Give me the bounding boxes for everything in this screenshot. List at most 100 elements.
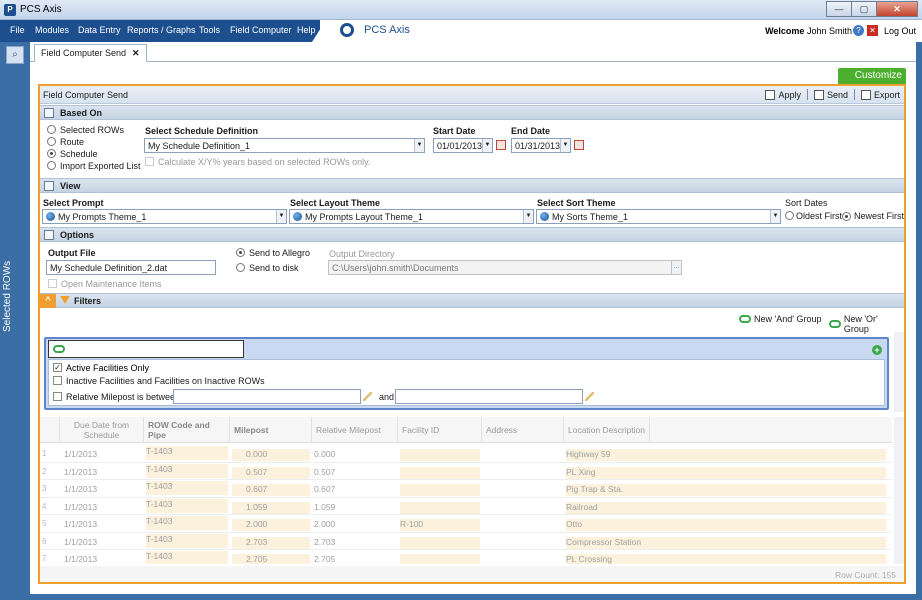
section-based-on[interactable]: Based On — [40, 105, 904, 120]
cell-due: 1/1/2013 — [64, 484, 98, 494]
cell-n: 5 — [42, 519, 47, 528]
section-options[interactable]: Options — [40, 227, 904, 242]
radio-selected-rows[interactable] — [47, 125, 56, 134]
calc-years-checkbox[interactable] — [145, 157, 154, 166]
tab-field-computer-send[interactable]: Field Computer Send ✕ — [34, 44, 147, 62]
select-sort-dropdown[interactable]: My Sorts Theme_1 ▼ — [536, 209, 781, 224]
send-button[interactable]: Send — [813, 89, 848, 100]
pencil-icon[interactable] — [363, 392, 372, 401]
calc-years-label: Calculate X/Y% years based on selected R… — [158, 157, 371, 167]
radio-oldest-first[interactable] — [785, 211, 794, 220]
end-date-field[interactable]: 01/31/2013 ▼ — [511, 138, 571, 153]
collapse-icon[interactable]: ^ — [40, 294, 56, 308]
menu-data-entry[interactable]: Data Entry — [78, 25, 121, 35]
radio-send-to-disk[interactable] — [236, 263, 245, 272]
cell-row: T-1403 — [146, 446, 228, 460]
radio-import-exported-list[interactable] — [47, 161, 56, 170]
col-row-code[interactable]: ROW Code and Pipe — [144, 417, 230, 443]
table-row[interactable]: 6 1/1/2013 T-1403 2.703 2.703 Compressor Stat… — [40, 533, 892, 550]
cell-mp: 0.000 — [232, 449, 310, 461]
active-facilities-checkbox[interactable]: ✓ — [53, 363, 62, 372]
cell-row: T-1403 — [146, 481, 228, 495]
grid-scrollbar[interactable] — [894, 417, 904, 564]
filter-group-input[interactable] — [48, 340, 244, 358]
menu-modules[interactable]: Modules — [35, 25, 69, 35]
table-row[interactable]: 7 1/1/2013 T-1403 2.705 2.705 PL Crossing — [40, 550, 892, 564]
help-icon[interactable]: ? — [853, 25, 864, 36]
inactive-facilities-checkbox[interactable] — [53, 376, 62, 385]
open-maintenance-checkbox[interactable] — [48, 279, 57, 288]
logout-link[interactable]: Log Out — [884, 26, 916, 36]
save-icon — [765, 89, 776, 100]
filters-scrollbar[interactable] — [894, 332, 904, 412]
cell-row: T-1403 — [146, 498, 228, 513]
radio-newest-first[interactable] — [842, 212, 851, 221]
milepost-to-input[interactable] — [395, 389, 583, 404]
menu-field-computer[interactable]: Field Computer — [230, 25, 292, 35]
send-to-disk-label: Send to disk — [249, 263, 299, 273]
cell-loc: Pig Trap & Sta. — [566, 484, 886, 496]
close-button[interactable]: ✕ — [876, 1, 918, 17]
start-calendar-icon[interactable] — [496, 140, 506, 150]
select-layout-dropdown[interactable]: My Prompts Layout Theme_1 ▼ — [289, 209, 534, 224]
minimize-button[interactable]: — — [826, 1, 852, 17]
export-button[interactable]: Export — [860, 89, 900, 100]
envelope-icon — [813, 89, 824, 100]
selected-rows-rail-label[interactable]: Selected ROWs — [2, 252, 13, 332]
logout-icon[interactable]: ✕ — [867, 25, 878, 36]
cell-addr — [484, 519, 562, 531]
maximize-button[interactable]: ▢ — [851, 1, 877, 17]
new-or-group-button[interactable]: New 'Or' Group — [829, 314, 904, 334]
table-row[interactable]: 1 1/1/2013 T-1403 0.000 0.000 Highway 59 — [40, 445, 892, 463]
table-row[interactable]: 5 1/1/2013 T-1403 2.000 2.000 R-100 Otto — [40, 515, 892, 533]
menu-tools[interactable]: Tools — [199, 25, 220, 35]
search-icon[interactable]: ⌕ — [6, 46, 24, 64]
milepost-from-input[interactable] — [173, 389, 361, 404]
radio-send-to-allegro[interactable] — [236, 248, 245, 257]
cell-addr — [484, 467, 562, 479]
menu-reports-graphs[interactable]: Reports / Graphs — [127, 25, 196, 35]
globe-icon — [46, 212, 55, 221]
output-file-label: Output File — [48, 248, 96, 258]
cell-n: 6 — [42, 536, 47, 546]
cell-addr — [484, 449, 562, 461]
new-and-group-button[interactable]: New 'And' Group — [739, 314, 821, 324]
start-date-field[interactable]: 01/01/2013 ▼ — [433, 138, 493, 153]
section-view[interactable]: View — [40, 178, 904, 193]
col-facility-id[interactable]: Facility ID — [398, 417, 482, 443]
select-prompt-dropdown[interactable]: My Prompts Theme_1 ▼ — [42, 209, 287, 224]
add-filter-icon[interactable]: + — [872, 345, 882, 355]
relative-milepost-checkbox[interactable] — [53, 392, 62, 401]
cell-addr — [484, 484, 562, 496]
schedule-definition-label: Select Schedule Definition — [145, 126, 259, 136]
cell-n: 7 — [42, 554, 47, 563]
radio-schedule[interactable] — [47, 149, 56, 158]
chevron-down-icon: ▼ — [414, 139, 424, 152]
customize-button[interactable]: Customize — [838, 68, 906, 84]
menu-file[interactable]: File — [10, 25, 25, 35]
col-due-date[interactable]: Due Date from Schedule — [60, 417, 144, 443]
section-filters[interactable]: ^ Filters — [40, 293, 904, 308]
apply-button[interactable]: Apply — [765, 89, 801, 100]
tab-close-icon[interactable]: ✕ — [132, 48, 140, 58]
cell-rmp: 0.607 — [314, 484, 336, 494]
cell-row: T-1403 — [146, 516, 228, 530]
col-relative-milepost[interactable]: Relative Milepost — [312, 417, 398, 443]
end-calendar-icon[interactable] — [574, 140, 584, 150]
col-milepost[interactable]: Milepost — [230, 417, 312, 443]
table-row[interactable]: 2 1/1/2013 T-1403 0.507 0.507 PL Xing — [40, 463, 892, 480]
output-file-input[interactable]: My Schedule Definition_2.dat — [46, 260, 216, 275]
pencil-icon[interactable] — [585, 392, 594, 401]
table-row[interactable]: 4 1/1/2013 T-1403 1.059 1.059 Railroad — [40, 498, 892, 515]
cell-n: 2 — [42, 466, 47, 476]
cell-addr — [484, 502, 562, 514]
col-location-description[interactable]: Location Description — [564, 417, 650, 443]
col-address[interactable]: Address — [482, 417, 564, 443]
app-icon: P — [4, 4, 16, 16]
schedule-definition-select[interactable]: My Schedule Definition_1 ▼ — [144, 138, 425, 153]
filter-list: ✓ Active Facilities Only Inactive Facili… — [48, 359, 885, 406]
cell-fid: R-100 — [400, 519, 480, 531]
welcome-text: Welcome John Smith — [765, 26, 852, 36]
radio-route[interactable] — [47, 137, 56, 146]
table-row[interactable]: 3 1/1/2013 T-1403 0.607 0.607 Pig Trap & Sta. — [40, 480, 892, 498]
